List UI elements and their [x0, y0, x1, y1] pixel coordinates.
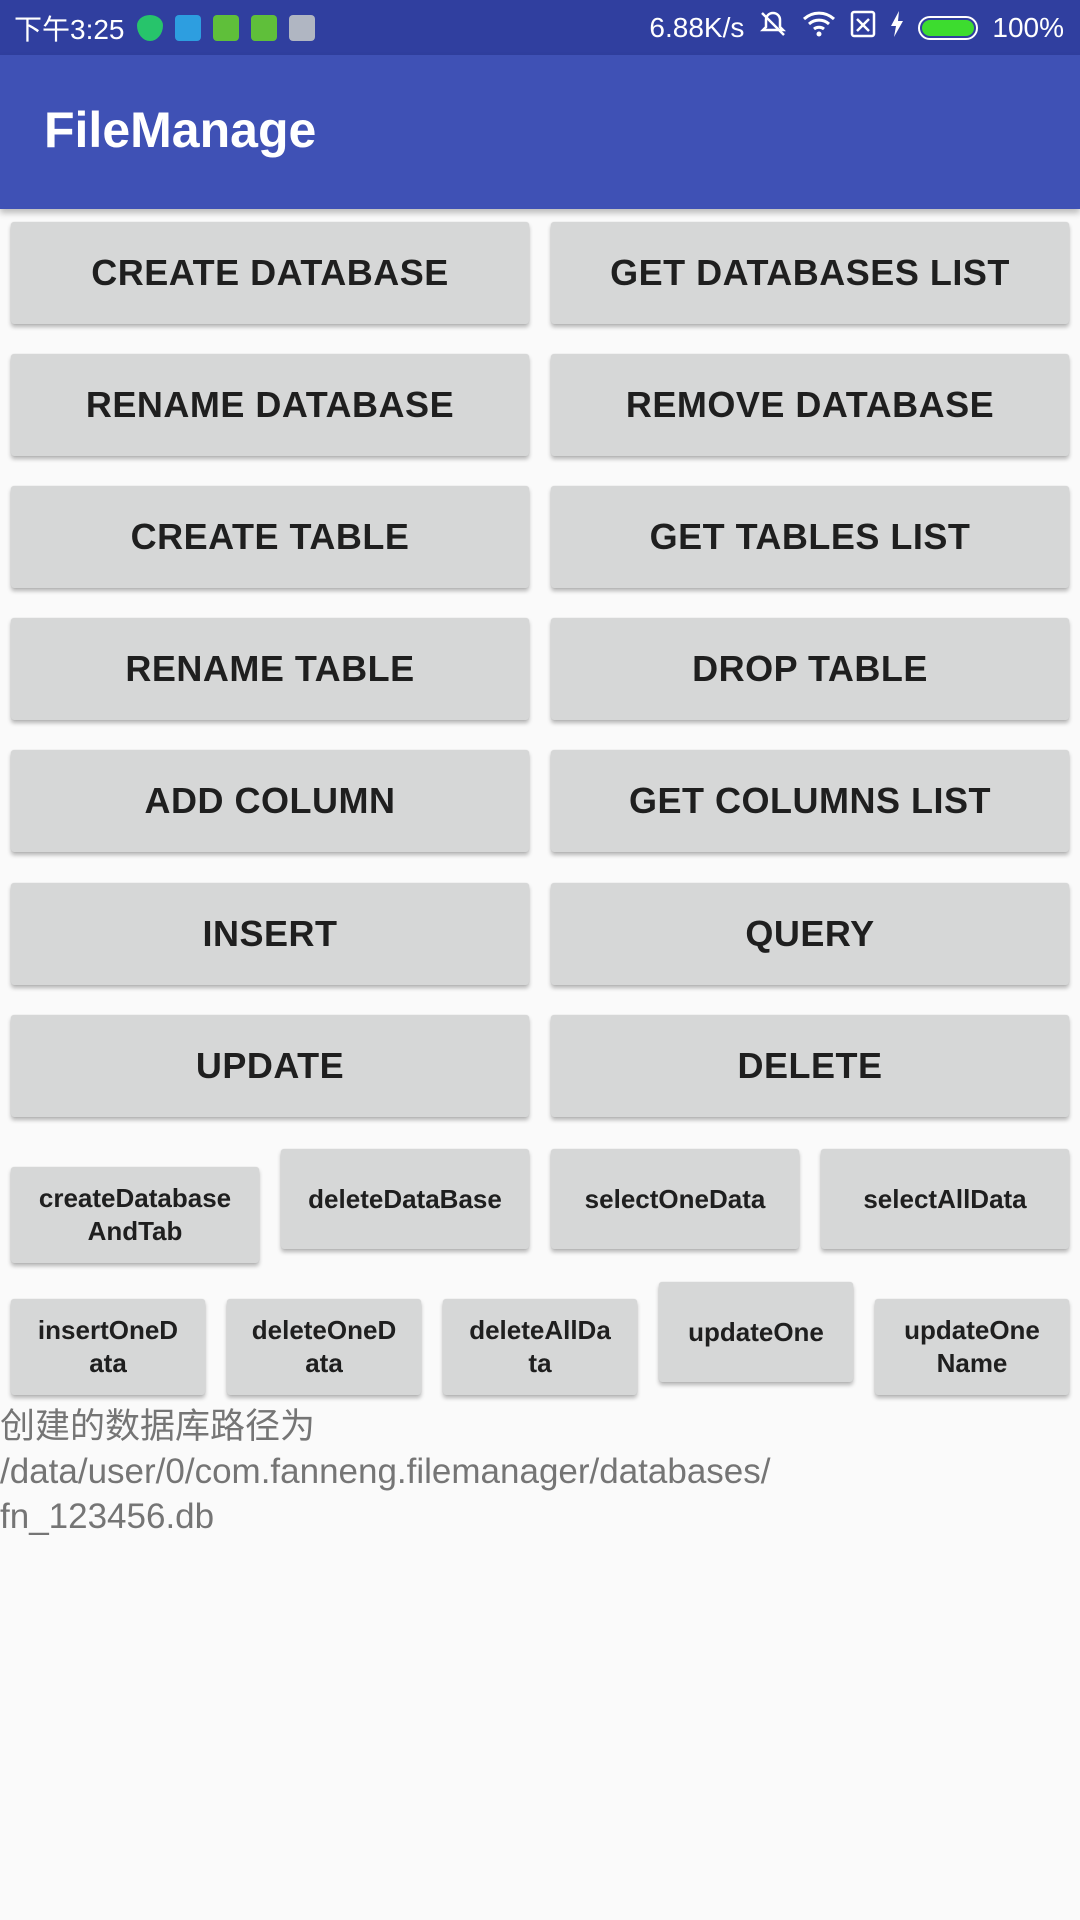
- delete-button[interactable]: DELETE: [551, 1015, 1069, 1117]
- mute-icon: [758, 9, 788, 46]
- get-tables-list-button[interactable]: GET TABLES LIST: [551, 486, 1069, 588]
- remove-database-button[interactable]: REMOVE DATABASE: [551, 354, 1069, 456]
- status-bar-right: 6.88K/s 100%: [649, 9, 1080, 46]
- update-one-button[interactable]: updateOne: [659, 1282, 853, 1382]
- app-bar: FileManage: [0, 55, 1080, 209]
- message-icon: [288, 14, 315, 41]
- get-databases-list-button[interactable]: GET DATABASES LIST: [551, 222, 1069, 324]
- wifi-icon: [802, 10, 836, 45]
- select-all-data-button[interactable]: selectAllData: [821, 1149, 1069, 1249]
- delete-one-data-button[interactable]: deleteOneD ata: [227, 1299, 421, 1395]
- shield-icon: [136, 14, 163, 41]
- app-title: FileManage: [44, 102, 317, 158]
- create-table-button[interactable]: CREATE TABLE: [11, 486, 529, 588]
- document-icon: [174, 14, 201, 41]
- android-icon: [250, 14, 277, 41]
- rename-database-button[interactable]: RENAME DATABASE: [11, 354, 529, 456]
- charging-icon: [890, 10, 904, 45]
- update-one-name-button[interactable]: updateOne Name: [875, 1299, 1069, 1395]
- battery-level: 100%: [992, 11, 1064, 43]
- delete-database-small-button[interactable]: deleteDataBase: [281, 1149, 529, 1249]
- status-time: 下午3:25: [14, 13, 125, 45]
- get-columns-list-button[interactable]: GET COLUMNS LIST: [551, 750, 1069, 852]
- no-sim-icon: [850, 10, 876, 45]
- create-database-button[interactable]: CREATE DATABASE: [11, 222, 529, 324]
- insert-one-data-button[interactable]: insertOneD ata: [11, 1299, 205, 1395]
- output-text: 创建的数据库路径为 /data/user/0/com.fanneng.filem…: [0, 1407, 771, 1536]
- rename-table-button[interactable]: RENAME TABLE: [11, 618, 529, 720]
- status-bar: 下午3:25 6.88K/s 100%: [0, 0, 1080, 55]
- battery-icon: [918, 15, 979, 40]
- add-column-button[interactable]: ADD COLUMN: [11, 750, 529, 852]
- net-speed: 6.88K/s: [649, 11, 745, 43]
- query-button[interactable]: QUERY: [551, 883, 1069, 985]
- android-icon: [212, 14, 239, 41]
- create-database-and-tab-button[interactable]: createDatabase AndTab: [11, 1167, 259, 1263]
- drop-table-button[interactable]: DROP TABLE: [551, 618, 1069, 720]
- insert-button[interactable]: INSERT: [11, 883, 529, 985]
- delete-all-data-button[interactable]: deleteAllDa ta: [443, 1299, 637, 1395]
- update-button[interactable]: UPDATE: [11, 1015, 529, 1117]
- select-one-data-button[interactable]: selectOneData: [551, 1149, 799, 1249]
- status-bar-left: 下午3:25: [0, 8, 315, 48]
